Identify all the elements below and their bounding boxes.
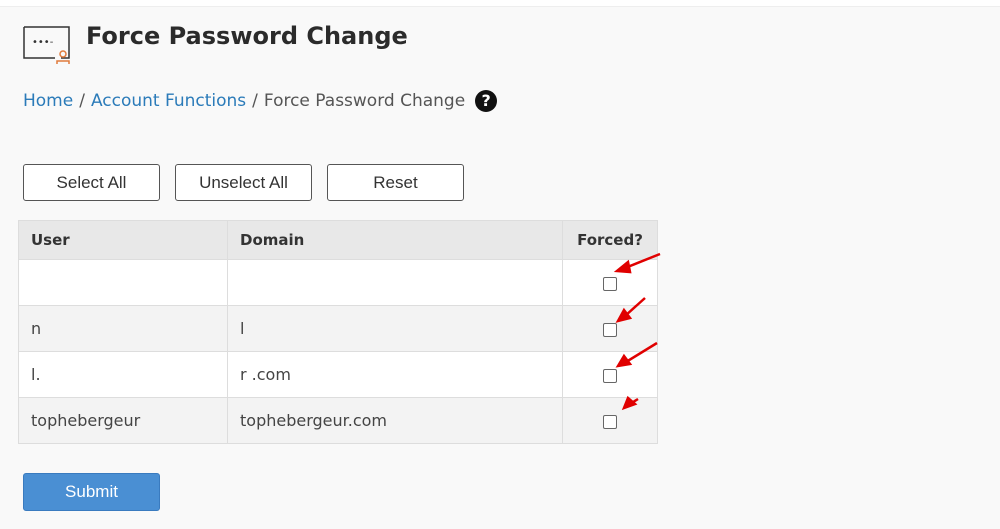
arrow-icon — [615, 297, 646, 323]
arrow-icon — [615, 341, 658, 368]
arrow-icon — [613, 252, 661, 274]
arrow-icon — [621, 395, 639, 411]
submit-button[interactable]: Submit — [23, 473, 160, 511]
annotation-arrows — [613, 252, 661, 411]
